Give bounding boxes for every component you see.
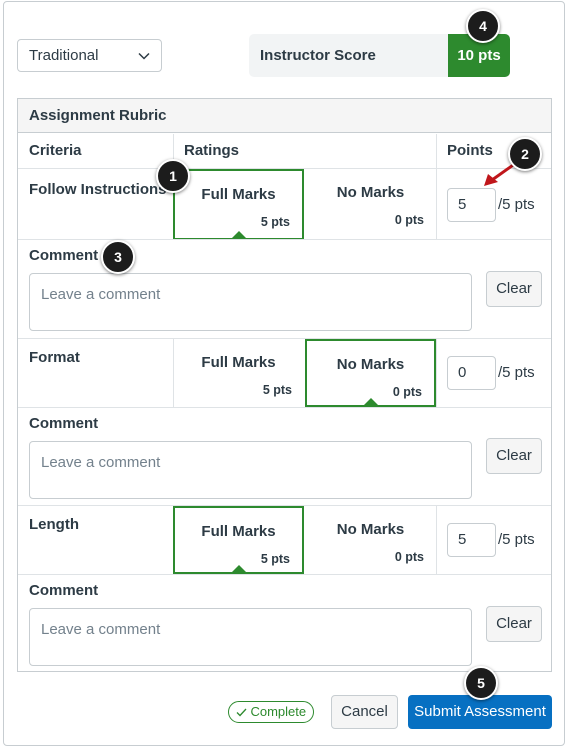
- criterion-name: Format: [29, 349, 80, 366]
- divider: [18, 574, 551, 575]
- divider: [18, 239, 551, 240]
- rubric-title: Assignment Rubric: [18, 99, 551, 133]
- rating-points: 5 pts: [260, 215, 290, 229]
- rating-no-marks[interactable]: No Marks 0 pts: [305, 506, 436, 574]
- comment-label: Comment: [29, 582, 99, 599]
- points-input[interactable]: 5: [447, 188, 496, 222]
- selected-indicator: [230, 565, 248, 574]
- rating-points: 0 pts: [394, 550, 424, 564]
- divider: [436, 506, 437, 574]
- complete-badge: Complete: [228, 701, 314, 723]
- divider: [436, 134, 437, 168]
- instructor-score: Instructor Score 10 pts: [249, 34, 510, 77]
- assignment-rubric: Assignment Rubric Criteria Ratings Point…: [17, 98, 552, 672]
- callout-badge: 3: [101, 240, 135, 274]
- comment-label: Comment: [29, 415, 99, 432]
- rating-points: 0 pts: [392, 385, 422, 399]
- clear-comment-button[interactable]: Clear: [486, 271, 542, 307]
- rating-full-marks[interactable]: Full Marks 5 pts: [173, 169, 304, 240]
- ratings-column-header: Ratings: [184, 142, 240, 159]
- divider: [436, 169, 437, 239]
- rating-no-marks[interactable]: No Marks 0 pts: [305, 169, 436, 240]
- callout-badge: 1: [156, 159, 190, 193]
- rating-full-marks[interactable]: Full Marks 5 pts: [173, 339, 304, 407]
- comment-input[interactable]: Leave a comment: [29, 608, 472, 666]
- comment-input[interactable]: Leave a comment: [29, 441, 472, 499]
- points-input[interactable]: 5: [447, 523, 496, 557]
- rating-title: No Marks: [336, 356, 405, 373]
- points-input[interactable]: 0: [447, 356, 496, 390]
- clear-comment-button[interactable]: Clear: [486, 606, 542, 642]
- view-mode-select[interactable]: Traditional: [17, 39, 162, 72]
- cancel-button[interactable]: Cancel: [331, 695, 398, 729]
- selected-indicator: [362, 398, 380, 407]
- points-max: /5 pts: [498, 196, 535, 213]
- criteria-column-header: Criteria: [29, 142, 82, 159]
- callout-badge: 2: [508, 137, 542, 171]
- rating-title: No Marks: [336, 184, 405, 201]
- rating-no-marks[interactable]: No Marks 0 pts: [305, 339, 436, 407]
- points-max: /5 pts: [498, 364, 535, 381]
- rating-title: Full Marks: [201, 354, 276, 371]
- chevron-down-icon: [138, 52, 150, 60]
- checkmark-icon: [236, 708, 247, 717]
- criterion-name: Follow Instructions: [29, 181, 167, 198]
- rating-title: Full Marks: [201, 523, 276, 540]
- callout-badge: 5: [464, 666, 498, 700]
- criterion-name: Length: [29, 516, 79, 533]
- complete-label: Complete: [250, 704, 307, 719]
- view-mode-value: Traditional: [29, 47, 99, 64]
- rating-title: Full Marks: [201, 186, 276, 203]
- points-max: /5 pts: [498, 531, 535, 548]
- rating-points: 5 pts: [260, 552, 290, 566]
- callout-badge: 4: [466, 9, 500, 43]
- submit-assessment-button[interactable]: Submit Assessment: [408, 695, 552, 729]
- rating-title: No Marks: [336, 521, 405, 538]
- rating-points: 0 pts: [394, 213, 424, 227]
- comment-input[interactable]: Leave a comment: [29, 273, 472, 331]
- rating-points: 5 pts: [262, 383, 292, 397]
- divider: [436, 339, 437, 407]
- divider: [18, 407, 551, 408]
- comment-label: Comment: [29, 247, 99, 264]
- instructor-score-label: Instructor Score: [260, 47, 376, 64]
- rating-full-marks[interactable]: Full Marks 5 pts: [173, 506, 304, 574]
- clear-comment-button[interactable]: Clear: [486, 438, 542, 474]
